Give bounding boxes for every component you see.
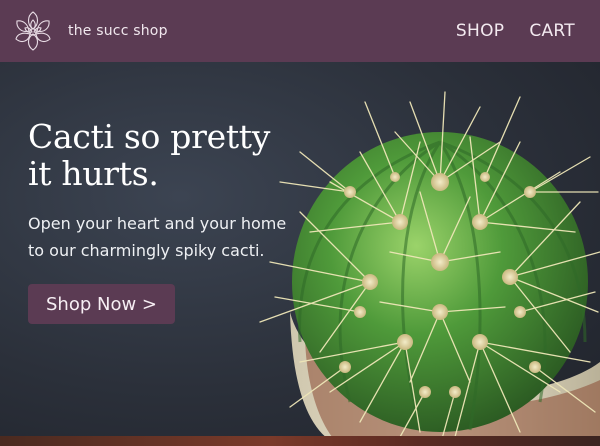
next-section-edge: [0, 436, 600, 446]
hero-section: Cacti so pretty it hurts. Open your hear…: [0, 62, 600, 446]
main-nav: SHOP CART: [431, 21, 575, 41]
home-logo-link[interactable]: the succ shop: [8, 6, 168, 56]
hero-subtext: Open your heart and your home to our cha…: [28, 214, 287, 260]
succulent-logo-icon: [15, 11, 51, 51]
brand-name: the succ shop: [68, 23, 168, 39]
navbar: the succ shop SHOP CART: [0, 0, 600, 62]
nav-link-cart[interactable]: CART: [529, 21, 575, 41]
nav-link-shop[interactable]: SHOP: [456, 21, 504, 41]
shop-now-button[interactable]: Shop Now >: [28, 284, 175, 324]
hero-headline: Cacti so pretty it hurts.: [28, 117, 271, 193]
